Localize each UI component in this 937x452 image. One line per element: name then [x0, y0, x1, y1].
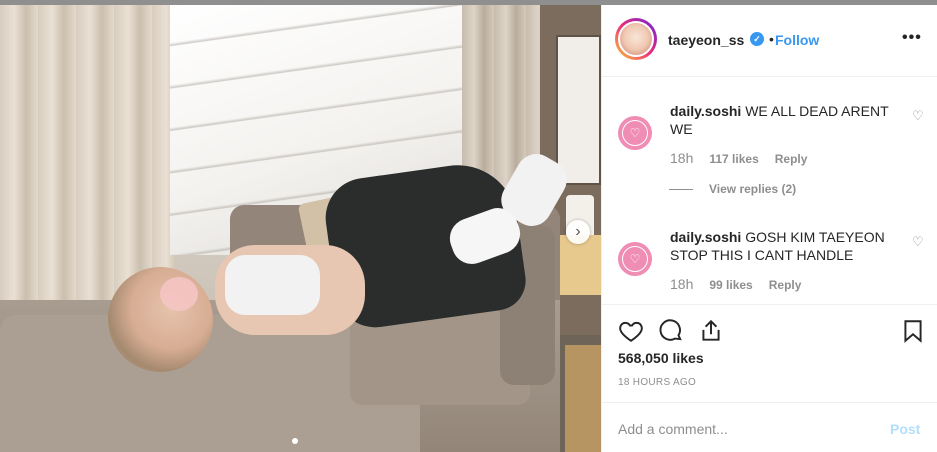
view-replies-label: View replies (2): [709, 182, 797, 196]
avatar[interactable]: [618, 21, 654, 57]
post-header: taeyeon_ss ✓ • Follow •••: [602, 5, 937, 77]
comment-time[interactable]: 18h: [670, 150, 693, 166]
comment-username[interactable]: daily.soshi: [670, 103, 741, 119]
comment-time[interactable]: 18h: [670, 276, 693, 292]
comment-list[interactable]: ♡ daily.soshi WE ALL DEAD ARENT WE ♡ 18h…: [602, 78, 937, 305]
comment-likes[interactable]: 117 likes: [709, 152, 758, 166]
comment-reply-button[interactable]: Reply: [775, 152, 808, 166]
post-photo[interactable]: ›: [0, 5, 601, 452]
comment-meta: 18h 99 likes Reply: [670, 276, 801, 292]
comment-input[interactable]: [618, 418, 868, 440]
add-comment-bar: Post: [602, 402, 937, 452]
comment-username[interactable]: daily.soshi: [670, 229, 741, 245]
carousel-dot-active: [292, 438, 298, 444]
view-replies-button[interactable]: View replies (2): [669, 182, 796, 196]
follow-button[interactable]: Follow: [775, 32, 819, 48]
photo-person-top: [225, 255, 320, 315]
verified-badge-icon: ✓: [750, 32, 764, 46]
post-actions-bar: [602, 306, 937, 346]
bookmark-icon[interactable]: [900, 318, 926, 344]
photo-bag: [565, 345, 601, 452]
post-timestamp[interactable]: 18 HOURS AGO: [618, 377, 696, 388]
comment-avatar[interactable]: ♡: [618, 242, 652, 276]
chevron-right-icon: ›: [575, 223, 581, 240]
carousel-next-button[interactable]: ›: [566, 220, 590, 244]
comment-like-icon[interactable]: ♡: [912, 108, 924, 124]
comment-like-icon[interactable]: ♡: [912, 234, 924, 250]
laurel-logo-icon: ♡: [622, 246, 648, 272]
photo-eye-patch: [160, 277, 198, 311]
laurel-logo-icon: ♡: [622, 120, 648, 146]
heart-outline-icon[interactable]: [618, 318, 644, 344]
photo-person-head: [108, 267, 213, 372]
story-ring[interactable]: [615, 18, 657, 60]
comment-likes[interactable]: 99 likes: [709, 278, 752, 292]
photo-wall-frame: [556, 35, 601, 185]
comment-reply-button[interactable]: Reply: [769, 278, 802, 292]
like-count[interactable]: 568,050 likes: [618, 350, 704, 366]
post-side-panel: taeyeon_ss ✓ • Follow ••• ♡ daily.soshi …: [601, 5, 937, 452]
comment-meta: 18h 117 likes Reply: [670, 150, 807, 166]
comment-bubble-icon[interactable]: [658, 318, 684, 344]
header-separator: •: [769, 31, 774, 47]
more-options-icon[interactable]: •••: [902, 29, 922, 47]
post-comment-button[interactable]: Post: [890, 421, 920, 437]
post-username[interactable]: taeyeon_ss: [668, 32, 744, 48]
comment-body: daily.soshi WE ALL DEAD ARENT WE: [670, 102, 898, 138]
comment-avatar[interactable]: ♡: [618, 116, 652, 150]
view-replies-line: [669, 188, 693, 190]
share-upload-icon[interactable]: [698, 318, 724, 344]
comment-body: daily.soshi GOSH KIM TAEYEON STOP THIS I…: [670, 228, 898, 264]
